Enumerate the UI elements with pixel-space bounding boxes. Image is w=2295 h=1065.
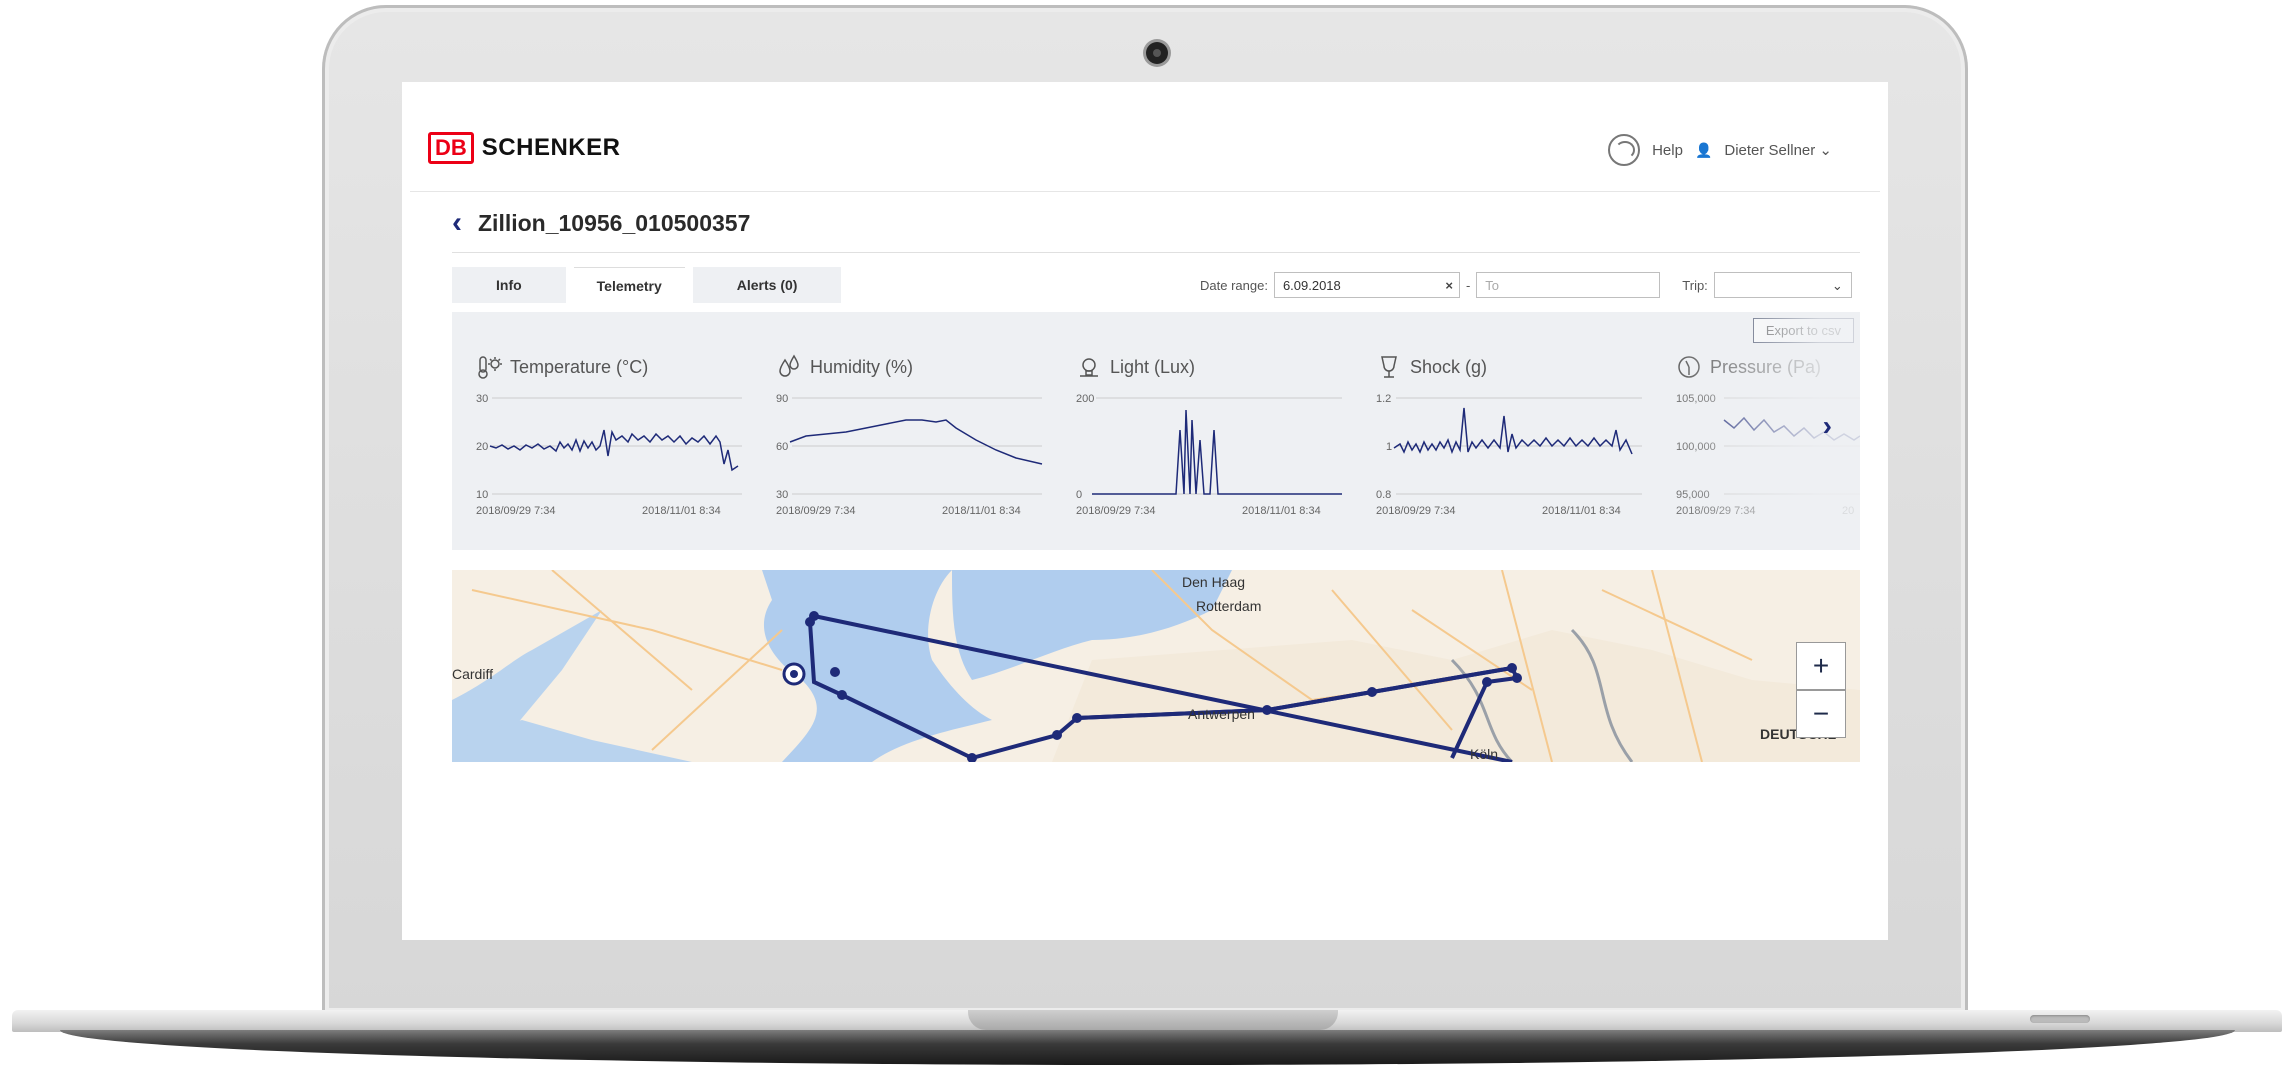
map-label: Cardiff bbox=[452, 666, 493, 682]
y-tick: 90 bbox=[776, 393, 788, 405]
y-tick: 30 bbox=[476, 393, 488, 405]
y-tick: 0 bbox=[1076, 489, 1082, 501]
temperature-sparkline: 30 20 10 2018/09/29 7:34 2018/11/01 8:34 bbox=[476, 393, 742, 517]
y-tick: 1.2 bbox=[1376, 393, 1391, 405]
y-tick: 95,000 bbox=[1676, 489, 1710, 501]
back-arrow-icon[interactable]: ‹ bbox=[452, 208, 462, 238]
telemetry-panel: Export to csv Temperature (°C) 30 20 10 … bbox=[452, 312, 1860, 550]
bulb-icon bbox=[1080, 358, 1098, 377]
x-start-label: 2018/09/29 7:34 bbox=[1376, 505, 1456, 517]
header-actions: Help 👤 Dieter Sellner ⌄ bbox=[1608, 134, 1832, 166]
map-label: Köln bbox=[1470, 746, 1499, 762]
logo-db-mark: DB bbox=[428, 132, 474, 164]
export-csv-button[interactable]: Export to csv bbox=[1752, 318, 1854, 343]
metric-header: Pressure (Pa) bbox=[1676, 352, 1888, 382]
light-sparkline: 200 0 2018/09/29 7:34 2018/11/01 8:34 bbox=[1076, 393, 1342, 517]
zoom-controls: + − bbox=[1796, 642, 1846, 738]
y-tick: 0.8 bbox=[1376, 489, 1391, 501]
app-header: DB SCHENKER Help 👤 Dieter Sellner ⌄ bbox=[402, 82, 1888, 192]
tab-info[interactable]: Info bbox=[452, 267, 566, 303]
x-start-label: 2018/09/29 7:34 bbox=[776, 505, 856, 517]
filters-bar: Date range: 6.09.2018 × - To Trip: ⌄ bbox=[1200, 272, 1852, 298]
user-menu[interactable]: Dieter Sellner ⌄ bbox=[1724, 141, 1832, 159]
y-tick: 20 bbox=[476, 441, 488, 453]
laptop-base-shadow bbox=[60, 1030, 2235, 1065]
page-title-row: ‹ Zillion_10956_010500357 bbox=[452, 208, 750, 238]
user-icon: 👤 bbox=[1694, 141, 1713, 158]
app-screen: DB SCHENKER Help 👤 Dieter Sellner ⌄ ‹ Zi… bbox=[402, 82, 1888, 940]
metric-title: Temperature (°C) bbox=[510, 356, 649, 377]
metric-pressure[interactable]: Pressure (Pa) 105,000 100,000 95,000 201… bbox=[1676, 352, 1888, 532]
glass-icon bbox=[1381, 356, 1397, 378]
humidity-sparkline: 90 60 30 2018/09/29 7:34 2018/11/01 8:34 bbox=[776, 393, 1043, 517]
date-from-value: 6.09.2018 bbox=[1282, 278, 1341, 293]
x-end-label: 2018/11/01 8:34 bbox=[1542, 505, 1621, 517]
map-label: Antwerpen bbox=[1188, 706, 1255, 722]
y-tick: 10 bbox=[476, 489, 488, 501]
webcam bbox=[1146, 42, 1168, 64]
title-divider bbox=[452, 252, 1860, 253]
y-tick: 105,000 bbox=[1676, 393, 1716, 405]
laptop-led bbox=[2030, 1015, 2090, 1023]
y-tick: 200 bbox=[1076, 393, 1094, 405]
zoom-in-button[interactable]: + bbox=[1796, 642, 1846, 690]
date-to-input[interactable]: To bbox=[1476, 272, 1661, 298]
x-start-label: 2018/09/29 7:34 bbox=[1676, 505, 1756, 517]
chevron-right-icon[interactable]: › bbox=[1823, 410, 1832, 442]
x-start-label: 2018/09/29 7:34 bbox=[1076, 505, 1156, 517]
laptop-hinge-notch bbox=[968, 1010, 1338, 1030]
metric-header: Humidity (%) bbox=[776, 352, 1046, 382]
metric-header: Shock (g) bbox=[1376, 352, 1646, 382]
help-link[interactable]: Help bbox=[1652, 142, 1683, 159]
tab-telemetry[interactable]: Telemetry bbox=[573, 267, 685, 304]
thermometer-icon bbox=[478, 356, 502, 379]
logo-wordmark: SCHENKER bbox=[481, 134, 621, 161]
route-map[interactable]: Den Haag Rotterdam Cardiff Antwerpen Köl… bbox=[452, 570, 1860, 762]
user-name: Dieter Sellner bbox=[1724, 142, 1816, 159]
metric-humidity[interactable]: Humidity (%) 90 60 30 2018/09/29 7:34 20… bbox=[776, 352, 1046, 532]
metric-shock[interactable]: Shock (g) 1.2 1 0.8 2018/09/29 7:34 2018… bbox=[1376, 352, 1646, 532]
shock-sparkline: 1.2 1 0.8 2018/09/29 7:34 2018/11/01 8:3… bbox=[1376, 393, 1642, 517]
x-end-label: 20 bbox=[1842, 505, 1854, 517]
metric-title: Shock (g) bbox=[1410, 356, 1488, 377]
x-end-label: 2018/11/01 8:34 bbox=[942, 505, 1021, 517]
trip-label: Trip: bbox=[1682, 277, 1708, 293]
clear-icon[interactable]: × bbox=[1445, 273, 1453, 299]
map-label: Rotterdam bbox=[1196, 598, 1262, 614]
metric-title: Light (Lux) bbox=[1110, 356, 1196, 377]
date-range-label: Date range: bbox=[1200, 277, 1268, 293]
metric-header: Temperature (°C) bbox=[476, 352, 746, 382]
metric-temperature[interactable]: Temperature (°C) 30 20 10 2018/09/29 7:3… bbox=[476, 352, 746, 532]
chevron-down-icon: ⌄ bbox=[1831, 278, 1843, 293]
y-tick: 60 bbox=[776, 441, 788, 453]
metric-header: Light (Lux) bbox=[1076, 352, 1346, 382]
x-end-label: 2018/11/01 8:34 bbox=[642, 505, 721, 517]
tab-alerts[interactable]: Alerts (0) bbox=[692, 267, 842, 303]
date-separator: - bbox=[1465, 277, 1471, 293]
date-to-placeholder: To bbox=[1485, 278, 1500, 293]
db-schenker-logo[interactable]: DB SCHENKER bbox=[428, 132, 620, 164]
y-tick: 30 bbox=[776, 489, 788, 501]
page-title: Zillion_10956_010500357 bbox=[478, 209, 751, 236]
y-tick: 1 bbox=[1386, 441, 1392, 453]
y-tick: 100,000 bbox=[1676, 441, 1716, 453]
map-label: Den Haag bbox=[1182, 574, 1246, 590]
tab-bar: Info Telemetry Alerts (0) bbox=[452, 267, 842, 304]
gauge-icon bbox=[1678, 356, 1700, 378]
map-canvas bbox=[452, 570, 1860, 762]
metric-title: Pressure (Pa) bbox=[1710, 356, 1822, 377]
header-divider bbox=[410, 191, 1880, 192]
droplets-icon bbox=[779, 354, 799, 377]
globe-icon[interactable] bbox=[1608, 134, 1641, 166]
chevron-down-icon: ⌄ bbox=[1819, 142, 1832, 159]
metric-light[interactable]: Light (Lux) 200 0 2018/09/29 7:34 2018/1… bbox=[1076, 352, 1346, 532]
zoom-out-button[interactable]: − bbox=[1796, 690, 1846, 738]
x-end-label: 2018/11/01 8:34 bbox=[1242, 505, 1321, 517]
trip-select[interactable]: ⌄ bbox=[1713, 272, 1852, 298]
pressure-sparkline: 105,000 100,000 95,000 2018/09/29 7:34 2… bbox=[1676, 393, 1860, 517]
metric-title: Humidity (%) bbox=[810, 356, 914, 377]
x-start-label: 2018/09/29 7:34 bbox=[476, 505, 556, 517]
date-from-input[interactable]: 6.09.2018 × bbox=[1273, 272, 1460, 299]
